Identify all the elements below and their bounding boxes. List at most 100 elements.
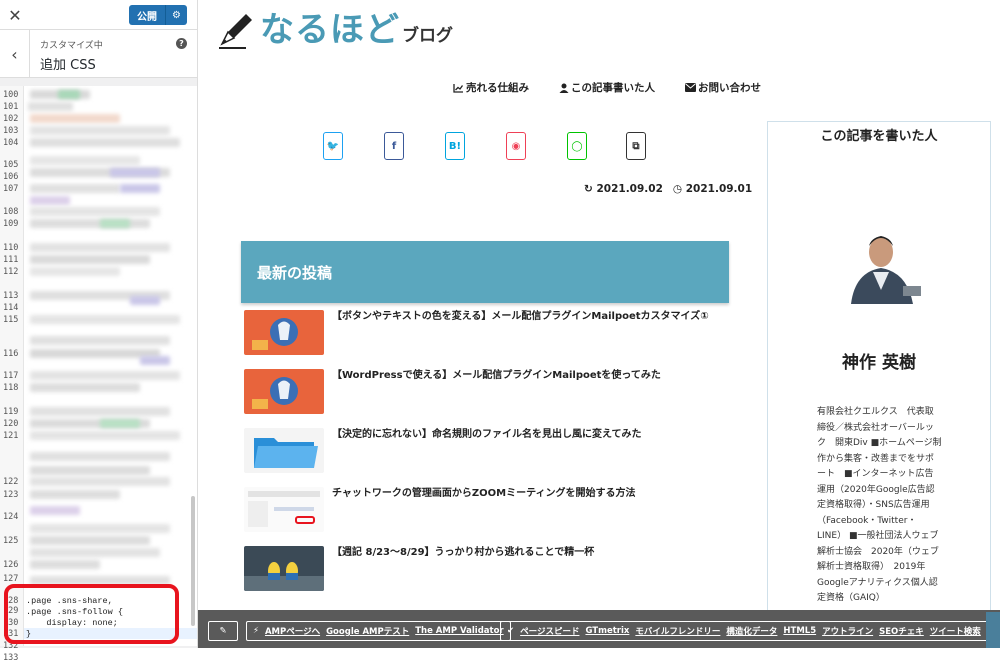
author-bio: 有限会社クエルクス 代表取締役／株式会社オーバールック 開東Div ■ホームペー…	[817, 407, 942, 603]
blurred-code-segment	[28, 102, 73, 111]
share-copy-button[interactable]: ⧉	[626, 132, 646, 160]
back-icon[interactable]: ‹	[0, 30, 30, 78]
nav-label: お問い合わせ	[698, 82, 761, 94]
line-number: 125	[3, 536, 19, 546]
twitter-icon: 🐦	[326, 140, 340, 152]
share-twitter-button[interactable]: 🐦	[323, 132, 343, 160]
post-item[interactable]: チャットワークの管理画面からZOOMミーティングを開始する方法	[244, 487, 734, 533]
site-logo[interactable]: なるほど ブログ	[216, 10, 453, 50]
tweet-search-link[interactable]: ツイート検索	[930, 625, 981, 637]
publish-label[interactable]: 公開	[129, 5, 165, 25]
author-avatar	[841, 224, 921, 304]
post-title[interactable]: チャットワークの管理画面からZOOMミーティングを開始する方法	[332, 487, 732, 501]
line-number: 112	[3, 267, 19, 277]
line-number: 127	[3, 574, 19, 584]
line-number: 113	[3, 291, 19, 301]
latest-posts-heading: 最新の投稿	[241, 241, 729, 303]
blurred-code-segment	[30, 267, 120, 276]
line-number: 133	[3, 653, 19, 663]
post-thumbnail[interactable]	[244, 310, 324, 355]
amp-page-link[interactable]: AMPページへ	[265, 625, 320, 637]
structured-data-link[interactable]: 構造化データ	[726, 625, 777, 637]
annotation-highlight-box	[4, 584, 179, 644]
outline-link[interactable]: アウトライン	[822, 625, 873, 637]
share-pocket-button[interactable]: ◉	[506, 132, 526, 160]
blurred-code-segment	[30, 207, 160, 216]
section-header: ‹ カスタマイズ中 追加 CSS ?	[0, 30, 197, 78]
line-number: 121	[3, 431, 19, 441]
tools-links-group: ✔ ページスピード GTmetrix モバイルフレンドリー 構造化データ HTM…	[500, 621, 988, 641]
amp-validator-link[interactable]: The AMP Validator	[415, 626, 503, 636]
line-number: 102	[3, 114, 19, 124]
line-number: 124	[3, 512, 19, 522]
blurred-code-segment	[100, 419, 140, 428]
post-thumbnail[interactable]	[244, 487, 324, 532]
customizing-label: カスタマイズ中	[40, 41, 103, 51]
line-number: 118	[3, 383, 19, 393]
post-item[interactable]: 【WordPressで使える】メール配信プラグインMailpoetを使ってみた	[244, 369, 734, 415]
css-editor[interactable]: 100 101 102 103 104 105 106 107 108 109 110 111 112 1…	[0, 86, 197, 663]
help-icon[interactable]: ?	[176, 38, 187, 49]
nav-item-author[interactable]: この記事書いた人	[559, 80, 655, 95]
line-number: 104	[3, 138, 19, 148]
google-amp-test-link[interactable]: Google AMPテスト	[326, 625, 409, 637]
html5-link[interactable]: HTML5	[783, 626, 816, 636]
blurred-code-segment	[30, 407, 170, 416]
blurred-code-segment	[30, 336, 170, 345]
line-number: 105	[3, 160, 19, 170]
share-hatena-button[interactable]: B!	[445, 132, 465, 160]
post-thumbnail[interactable]	[244, 428, 324, 473]
blurred-code-segment	[30, 560, 100, 569]
blurred-code-segment	[30, 548, 160, 557]
published-date-text: 2021.09.01	[685, 183, 753, 195]
edit-button[interactable]: ✎	[208, 621, 238, 641]
blurred-code-segment	[30, 466, 150, 475]
gear-icon[interactable]: ⚙	[165, 5, 187, 25]
updated-date: ↻ 2021.09.02	[584, 183, 663, 195]
nav-item-sales[interactable]: 売れる仕組み	[453, 80, 529, 95]
post-item[interactable]: 【ボタンやテキストの色を変える】メール配信プラグインMailpoetカスタマイズ…	[244, 310, 734, 356]
line-number: 108	[3, 207, 19, 217]
pocket-icon: ◉	[511, 140, 521, 152]
post-title[interactable]: 【決定的に忘れない】命名規則のファイル名を見出し風に変えてみた	[332, 428, 732, 442]
amp-admin-bar: ✎ ⚡ AMPページへ Google AMPテスト The AMP Valida…	[198, 610, 1000, 648]
share-facebook-button[interactable]: f	[384, 132, 404, 160]
seo-check-link[interactable]: SEOチェキ	[879, 625, 924, 637]
blurred-code-segment	[30, 524, 170, 533]
mobile-friendly-link[interactable]: モバイルフレンドリー	[635, 625, 720, 637]
post-dates: ↻ 2021.09.02 ◷ 2021.09.01	[584, 183, 752, 195]
gtmetrix-link[interactable]: GTmetrix	[585, 626, 629, 636]
global-nav: 売れる仕組み この記事書いた人 お問い合わせ	[453, 80, 761, 95]
blurred-code-segment	[100, 219, 130, 228]
author-widget: この記事を書いた人 神作 英樹 有限会社クエルクス 代表取締役／株式会社オーバー…	[767, 121, 991, 631]
nav-item-contact[interactable]: お問い合わせ	[685, 80, 761, 95]
blurred-code-segment	[58, 90, 80, 99]
line-number: 116	[3, 349, 19, 359]
line-number: 100	[3, 90, 19, 100]
post-thumbnail[interactable]	[244, 369, 324, 414]
post-item[interactable]: 【週記 8/23〜8/29】うっかり村から逃れることで精一杯	[244, 546, 734, 592]
blurred-code-segment	[30, 315, 180, 324]
editor-scrollbar[interactable]	[191, 496, 195, 626]
line-number: 109	[3, 219, 19, 229]
post-thumbnail[interactable]	[244, 546, 324, 591]
blurred-code-segment	[30, 156, 140, 165]
nav-label: 売れる仕組み	[466, 82, 529, 94]
publish-button[interactable]: 公開 ⚙	[129, 5, 187, 25]
pagespeed-link[interactable]: ページスピード	[520, 625, 579, 637]
post-title[interactable]: 【WordPressで使える】メール配信プラグインMailpoetを使ってみた	[332, 369, 732, 383]
check-icon: ✔	[507, 626, 515, 636]
amp-links-group: ⚡ AMPページへ Google AMPテスト The AMP Validato…	[246, 621, 511, 641]
post-item[interactable]: 【決定的に忘れない】命名規則のファイル名を見出し風に変えてみた	[244, 428, 734, 474]
user-icon	[559, 83, 569, 93]
blurred-code-segment	[30, 477, 170, 486]
mail-icon	[685, 83, 696, 92]
facebook-icon: f	[391, 140, 397, 152]
post-title[interactable]: 【ボタンやテキストの色を変える】メール配信プラグインMailpoetカスタマイズ…	[332, 310, 732, 324]
close-icon[interactable]: ✕	[0, 0, 30, 30]
line-number: 103	[3, 126, 19, 136]
post-title[interactable]: 【週記 8/23〜8/29】うっかり村から逃れることで精一杯	[332, 546, 732, 560]
share-line-button[interactable]: ◯	[567, 132, 587, 160]
blurred-code-segment	[30, 255, 150, 264]
customizer-header-bar: ✕ 公開 ⚙	[0, 0, 197, 30]
